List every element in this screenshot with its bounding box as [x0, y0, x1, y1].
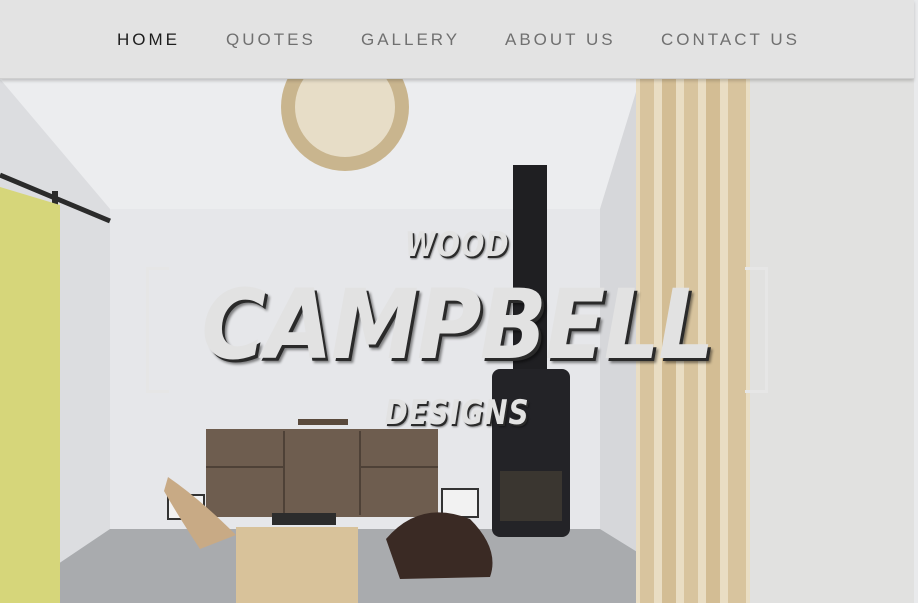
- brand-tagline-top: WOOD: [404, 225, 510, 265]
- hero-banner: WOOD CAMPBELL DESIGNS: [0, 79, 914, 603]
- brand-tagline-bottom: DESIGNS: [384, 393, 530, 433]
- nav-item-home[interactable]: HOME: [117, 30, 180, 50]
- brand-name: CAMPBELL: [201, 269, 714, 381]
- nav-item-contact-us[interactable]: CONTACT US: [661, 30, 800, 50]
- top-nav-bar: HOME QUOTES GALLERY ABOUT US CONTACT US: [0, 0, 914, 79]
- nav-item-gallery[interactable]: GALLERY: [361, 30, 460, 50]
- nav-item-quotes[interactable]: QUOTES: [226, 30, 316, 50]
- nav-item-about-us[interactable]: ABOUT US: [505, 30, 616, 50]
- brand-logo: WOOD CAMPBELL DESIGNS: [0, 79, 914, 603]
